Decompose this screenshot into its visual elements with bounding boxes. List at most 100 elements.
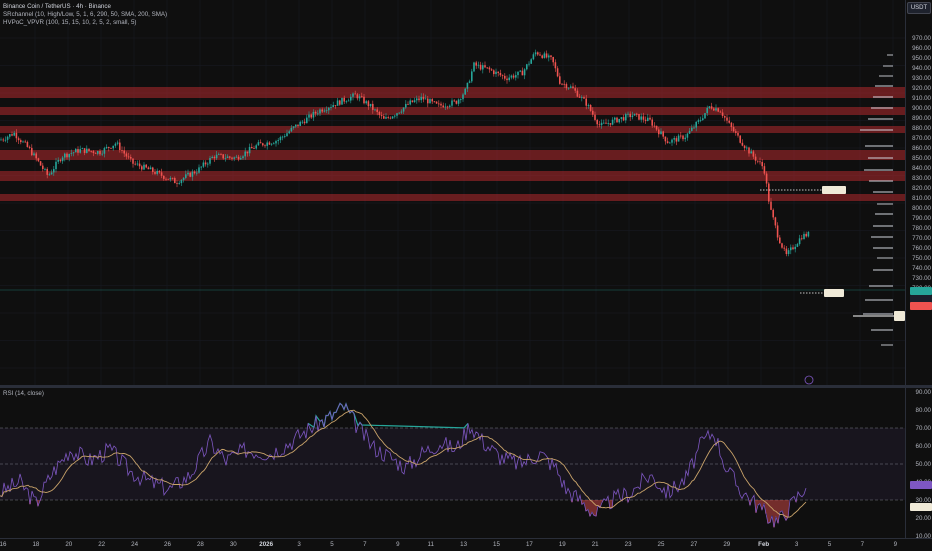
candle-body: [79, 149, 81, 153]
rsi-tick: 80.00: [915, 406, 931, 414]
candle-body: [427, 98, 429, 104]
candle-body: [464, 88, 466, 95]
candle-body: [578, 96, 581, 98]
candle-body: [125, 153, 128, 157]
candle-body: [350, 96, 352, 101]
time-tick: 2026: [259, 541, 274, 548]
candle-body: [504, 75, 506, 79]
candle-body: [565, 84, 568, 89]
candle-body: [332, 105, 334, 107]
candle-body: [182, 177, 185, 180]
candle-body: [717, 108, 719, 112]
indicator-srchannel[interactable]: SRchannel (10, High/Low, 5, 1, 6, 290, 5…: [3, 11, 167, 19]
rsi-chart[interactable]: [0, 388, 905, 538]
candle-body: [165, 178, 167, 180]
candle-body: [396, 113, 398, 116]
candle-body: [774, 217, 777, 226]
sr-zone: [0, 87, 905, 98]
rsi-legend[interactable]: RSI (14, close): [3, 390, 44, 398]
candle-body: [50, 172, 53, 175]
candle-body: [88, 148, 90, 151]
candle-body: [380, 115, 383, 117]
candle-body: [759, 161, 761, 163]
candle-body: [730, 122, 733, 128]
candle-body: [361, 96, 363, 98]
time-tick: 19: [558, 541, 566, 548]
candle-body: [435, 101, 438, 104]
candle-body: [402, 107, 405, 112]
candle-body: [530, 59, 532, 64]
candle-body: [420, 96, 422, 101]
candle-body: [752, 151, 755, 157]
candle-body: [13, 132, 15, 136]
time-axis[interactable]: 16 18 20 22 24 26 28 30 2026 3 5 7 9 11 13 15 17 19 21 23 25…: [0, 538, 932, 551]
price-tick: 850.00: [912, 154, 931, 162]
time-tick: 30: [229, 541, 237, 548]
price-chart-pane[interactable]: Binance Coin / TetherUS · 4h · Binance S…: [0, 0, 905, 385]
candle-body: [319, 109, 321, 114]
candle-body: [658, 129, 660, 135]
candle-body: [270, 143, 273, 145]
candle-body: [787, 250, 790, 255]
candle-body: [193, 171, 196, 174]
candle-body: [471, 71, 473, 82]
symbol-title[interactable]: Binance Coin / TetherUS · 4h · Binance: [3, 3, 167, 11]
candle-body: [493, 70, 495, 75]
candle-body: [374, 109, 376, 111]
candle-body: [770, 201, 772, 210]
price-axis[interactable]: 970.00 960.00 950.00 940.00 930.00 920.00 910.…: [905, 0, 932, 385]
candle-body: [424, 98, 427, 100]
candle-body: [347, 100, 350, 102]
candle-body: [121, 150, 123, 151]
candle-body: [570, 86, 572, 88]
candle-body: [497, 71, 499, 73]
rsi-pane[interactable]: RSI (14, close): [0, 388, 905, 538]
candle-body: [618, 118, 620, 123]
candle-body: [446, 106, 449, 108]
candle-body: [614, 117, 616, 120]
price-tick: 960.00: [912, 44, 931, 52]
candle-body: [136, 163, 139, 165]
candle-body: [462, 94, 464, 100]
candle-body: [699, 119, 702, 121]
candle-body: [625, 114, 627, 121]
candle-body: [726, 117, 728, 121]
indicator-hvpoc[interactable]: HVPoC_VPVR (100, 15, 15, 10, 2, 5, 2, sm…: [3, 19, 167, 27]
candlestick-chart[interactable]: [0, 0, 905, 385]
currency-button[interactable]: USDT: [907, 2, 931, 14]
candle-body: [724, 116, 726, 118]
price-tick: 780.00: [912, 224, 931, 232]
candle-body: [508, 77, 510, 81]
time-tick: 3: [794, 541, 799, 548]
time-tick: 3: [297, 541, 301, 548]
time-tick: 9: [893, 541, 898, 548]
candle-body: [460, 99, 462, 101]
candle-body: [92, 151, 95, 153]
price-tick: 890.00: [912, 114, 931, 122]
candle-body: [59, 159, 62, 162]
candle-body: [143, 164, 145, 170]
candle-body: [334, 105, 337, 106]
candle-body: [442, 105, 444, 108]
time-tick: 11: [427, 541, 434, 548]
candle-body: [207, 163, 209, 165]
candle-body: [576, 90, 579, 97]
candle-body: [640, 116, 642, 120]
candle-body: [66, 153, 68, 158]
rsi-axis[interactable]: 90.0080.0070.0060.0050.0040.0030.0020.00…: [905, 388, 932, 538]
candle-body: [253, 148, 255, 150]
candle-body: [299, 121, 301, 126]
candle-body: [715, 108, 717, 111]
candle-body: [539, 54, 541, 56]
candle-body: [37, 158, 40, 162]
candle-body: [598, 124, 601, 126]
candle-body: [385, 117, 387, 119]
candle-body: [215, 154, 218, 159]
level-label: [894, 311, 905, 321]
rsi-tick: 70.00: [915, 424, 931, 432]
candle-body: [149, 167, 152, 170]
candle-body: [123, 150, 125, 154]
candle-body: [675, 138, 678, 142]
candle-body: [794, 246, 796, 250]
price-tick: 940.00: [912, 64, 931, 72]
